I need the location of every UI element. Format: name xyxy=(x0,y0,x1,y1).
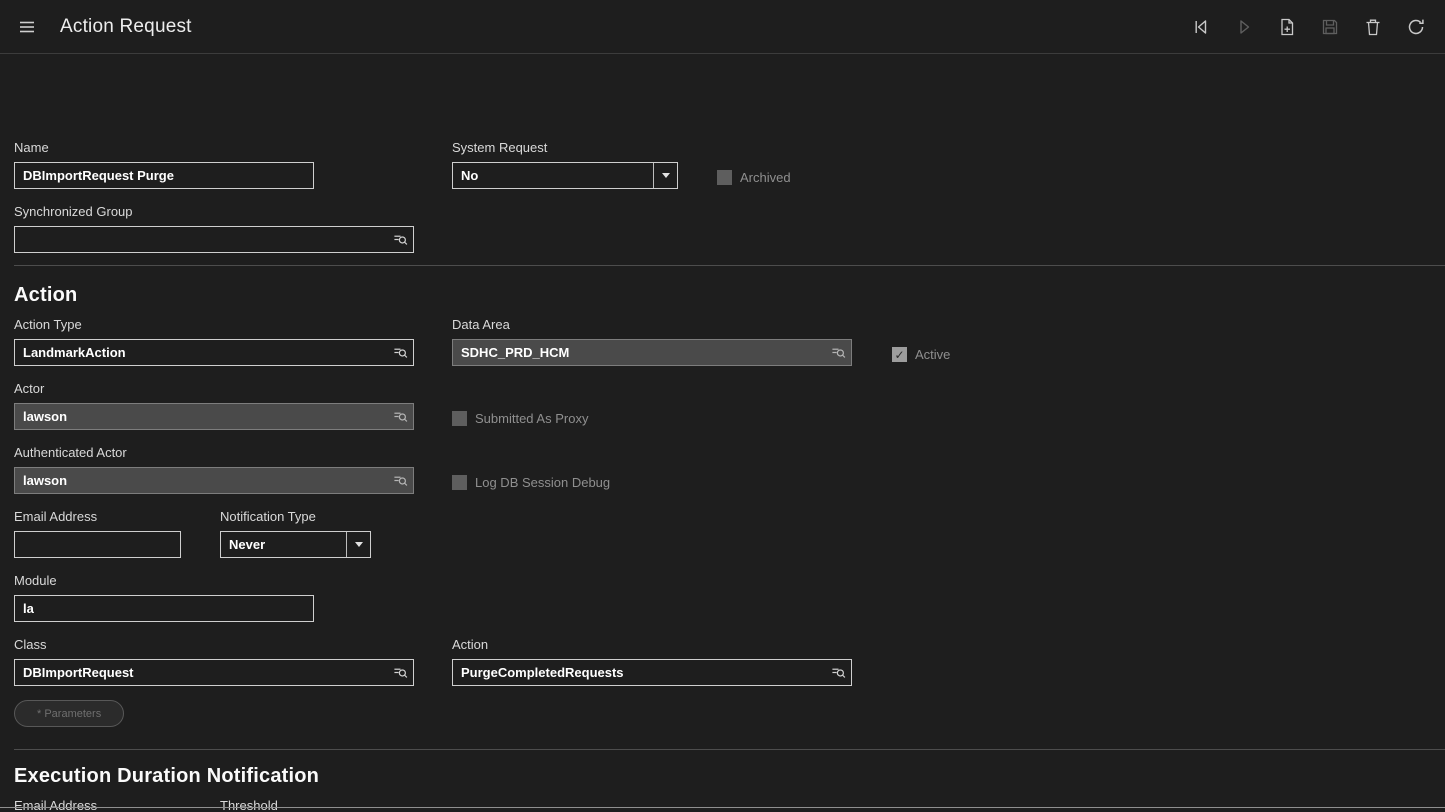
synchronized-group-field-group: Synchronized Group xyxy=(14,204,414,253)
action-lookup-button[interactable] xyxy=(825,660,851,685)
action-type-field-group: Action Type xyxy=(14,317,414,366)
class-label: Class xyxy=(14,637,47,652)
module-label: Module xyxy=(14,573,57,588)
notification-type-select[interactable]: Never xyxy=(220,531,371,558)
next-record-icon xyxy=(1240,19,1250,34)
search-lookup-icon xyxy=(393,348,407,358)
search-lookup-icon xyxy=(393,476,407,486)
refresh-icon xyxy=(1408,19,1424,34)
active-checkbox-row: Active xyxy=(892,347,950,362)
active-label: Active xyxy=(915,347,951,362)
titlebar: Action Request xyxy=(0,0,1445,54)
page-title: Action Request xyxy=(60,15,192,37)
submitted-as-proxy-label: Submitted As Proxy xyxy=(475,411,589,426)
authenticated-actor-input xyxy=(15,468,387,493)
edn-email-address-label: Email Address xyxy=(14,798,98,812)
class-lookup-button[interactable] xyxy=(387,660,413,685)
search-lookup-icon xyxy=(831,668,845,678)
submitted-as-proxy-checkbox-row: Submitted As Proxy xyxy=(452,411,588,426)
action-input[interactable] xyxy=(453,660,825,685)
log-db-session-debug-checkbox-row: Log DB Session Debug xyxy=(452,475,610,490)
archived-checkbox-row: Archived xyxy=(717,170,791,185)
section-divider xyxy=(14,749,1445,750)
module-field-group: Module xyxy=(14,573,314,622)
class-input[interactable] xyxy=(15,660,387,685)
action-type-label: Action Type xyxy=(14,317,82,332)
previous-record-button[interactable] xyxy=(1188,14,1214,40)
name-input[interactable] xyxy=(14,162,314,189)
threshold-minutes-label: Threshold Minutes xyxy=(220,798,278,812)
refresh-button[interactable] xyxy=(1403,14,1429,40)
menu-button[interactable] xyxy=(14,14,40,40)
data-area-lookup-button xyxy=(825,340,851,365)
archived-checkbox xyxy=(717,170,732,185)
actor-field-group: Actor xyxy=(14,381,414,430)
save-button xyxy=(1317,14,1343,40)
search-lookup-icon xyxy=(831,348,845,358)
action-label: Action xyxy=(452,637,489,652)
new-record-button[interactable] xyxy=(1274,14,1300,40)
menu-icon xyxy=(20,21,34,32)
chevron-down-icon xyxy=(653,163,677,188)
execution-duration-section-heading: Execution Duration Notification xyxy=(14,765,320,787)
data-area-field-group: Data Area xyxy=(452,317,852,366)
synchronized-group-lookup-button[interactable] xyxy=(387,227,413,252)
action-type-input[interactable] xyxy=(15,340,387,365)
notification-type-value: Never xyxy=(229,537,266,552)
log-db-session-debug-label: Log DB Session Debug xyxy=(475,475,611,490)
system-request-select[interactable]: No xyxy=(452,162,678,189)
search-lookup-icon xyxy=(393,668,407,678)
new-record-icon xyxy=(1281,18,1294,35)
edn-email-address-field-group: Email Address xyxy=(14,798,181,812)
system-request-field-group: System Request No xyxy=(452,140,678,189)
action-field-group: Action xyxy=(452,637,852,686)
name-label: Name xyxy=(14,140,49,155)
chevron-down-icon xyxy=(346,532,370,557)
submitted-as-proxy-checkbox xyxy=(452,411,467,426)
section-divider xyxy=(14,265,1445,266)
email-address-label: Email Address xyxy=(14,509,98,524)
notification-type-field-group: Notification Type Never xyxy=(220,509,371,558)
authenticated-actor-lookup-button xyxy=(387,468,413,493)
trash-icon xyxy=(1366,19,1380,35)
notification-type-label: Notification Type xyxy=(220,509,316,524)
toolbar xyxy=(1188,14,1429,40)
name-field-group: Name xyxy=(14,140,314,189)
threshold-minutes-field-group: Threshold Minutes xyxy=(220,798,295,812)
next-record-button xyxy=(1231,14,1257,40)
actor-label: Actor xyxy=(14,381,45,396)
search-lookup-icon xyxy=(393,235,407,245)
actor-lookup-button xyxy=(387,404,413,429)
system-request-label: System Request xyxy=(452,140,548,155)
module-input[interactable] xyxy=(14,595,314,622)
log-db-session-debug-checkbox xyxy=(452,475,467,490)
active-checkbox xyxy=(892,347,907,362)
email-address-field-group: Email Address xyxy=(14,509,181,558)
parameters-button: * Parameters xyxy=(14,700,125,727)
delete-button[interactable] xyxy=(1360,14,1386,40)
data-area-input xyxy=(453,340,825,365)
save-icon xyxy=(1322,19,1338,34)
action-request-form: Name System Request No Archived Synchron… xyxy=(0,54,1445,812)
synchronized-group-input[interactable] xyxy=(15,227,387,252)
previous-record-icon xyxy=(1195,19,1207,34)
class-field-group: Class xyxy=(14,637,414,686)
bottom-divider xyxy=(0,807,1445,808)
actor-input xyxy=(15,404,387,429)
authenticated-actor-field-group: Authenticated Actor xyxy=(14,445,414,494)
search-lookup-icon xyxy=(393,412,407,422)
email-address-input[interactable] xyxy=(14,531,181,558)
action-type-lookup-button[interactable] xyxy=(387,340,413,365)
synchronized-group-label: Synchronized Group xyxy=(14,204,133,219)
action-section-heading: Action xyxy=(14,284,78,306)
system-request-value: No xyxy=(461,168,479,183)
archived-label: Archived xyxy=(740,170,791,185)
data-area-label: Data Area xyxy=(452,317,510,332)
authenticated-actor-label: Authenticated Actor xyxy=(14,445,127,460)
